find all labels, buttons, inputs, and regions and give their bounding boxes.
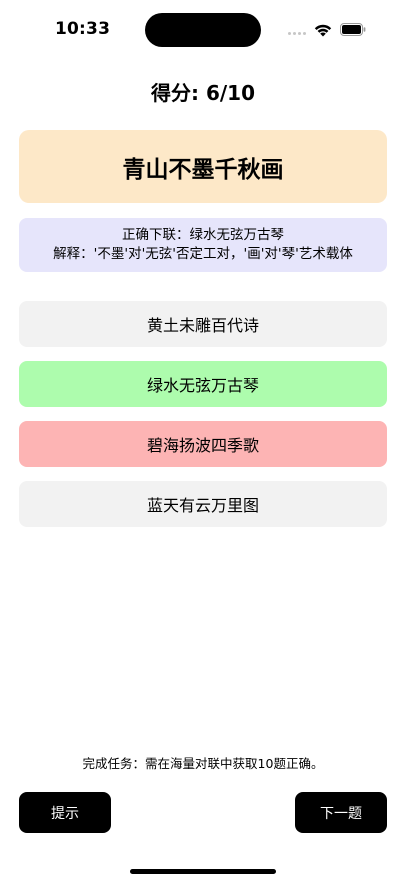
task-description: 完成任务：需在海量对联中获取10题正确。: [82, 756, 324, 771]
option-button-1[interactable]: 黄土未雕百代诗: [19, 301, 387, 347]
score-label: 得分: 6/10: [150, 81, 255, 105]
option-label: 黄土未雕百代诗: [146, 316, 259, 335]
correct-answer-text: 正确下联：绿水无弦万古琴: [122, 227, 284, 243]
option-label: 碧海扬波四季歌: [146, 436, 259, 455]
home-indicator[interactable]: [130, 869, 276, 874]
next-question-button[interactable]: 下一题: [295, 792, 387, 833]
cellular-signal-icon: [288, 31, 308, 37]
option-label: 绿水无弦万古琴: [146, 376, 259, 395]
option-button-4[interactable]: 蓝天有云万里图: [19, 481, 387, 527]
option-button-3-wrong[interactable]: 碧海扬波四季歌: [19, 421, 387, 467]
option-button-2-correct[interactable]: 绿水无弦万古琴: [19, 361, 387, 407]
feedback-card: 正确下联：绿水无弦万古琴 解释：'不墨'对'无弦'否定工对，'画'对'琴'艺术载…: [19, 218, 387, 272]
question-card: 青山不墨千秋画: [19, 130, 387, 203]
wifi-icon: [314, 24, 332, 37]
hint-button[interactable]: 提示: [19, 792, 111, 833]
question-text: 青山不墨千秋画: [122, 156, 284, 183]
dynamic-island: [145, 13, 261, 47]
status-time: 10:33: [55, 19, 111, 39]
explanation-text: 解释：'不墨'对'无弦'否定工对，'画'对'琴'艺术载体: [53, 246, 353, 262]
battery-icon: [340, 23, 366, 36]
status-bar: 10:33: [0, 0, 406, 60]
option-label: 蓝天有云万里图: [146, 496, 259, 515]
